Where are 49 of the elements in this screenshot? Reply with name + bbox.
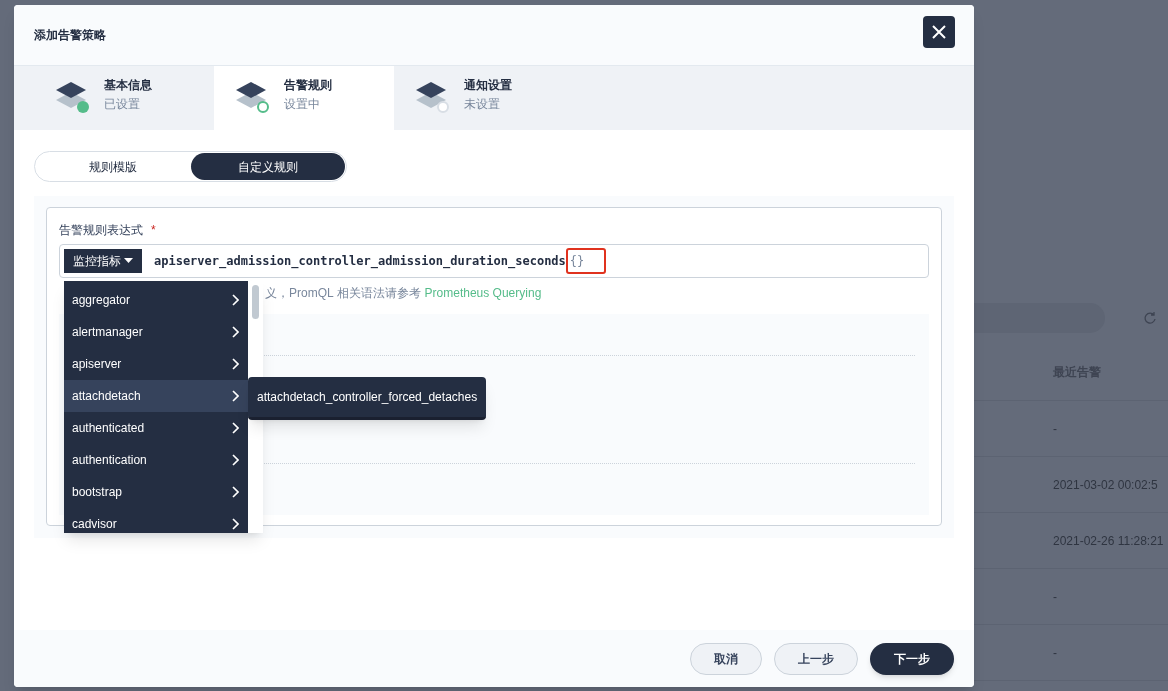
secondary-button[interactable]: 取消 bbox=[690, 642, 762, 675]
metric-dropdown-button[interactable]: 监控指标 bbox=[64, 249, 142, 273]
search-field[interactable] bbox=[974, 303, 1105, 333]
chevron-right-icon bbox=[231, 390, 239, 402]
field-label: 告警规则表达式 bbox=[59, 222, 143, 239]
step-title: 告警规则 bbox=[284, 77, 332, 94]
chevron-right-icon bbox=[231, 486, 239, 498]
table-cell-text: 2021-02-26 11:28:21 bbox=[1053, 532, 1164, 550]
table-cell-text: - bbox=[1053, 588, 1057, 606]
step-status: 已设置 bbox=[104, 96, 141, 113]
expression-value: apiserver_admission_controller_admission_duration_seconds bbox=[154, 253, 566, 270]
step-tab[interactable]: 告警规则 设置中 bbox=[214, 66, 394, 130]
required-mark: * bbox=[151, 222, 156, 239]
menu-item[interactable]: attachdetach bbox=[64, 380, 248, 412]
step-tab[interactable]: 通知设置 未设置 bbox=[394, 66, 574, 130]
menu-item[interactable]: apiserver bbox=[64, 348, 248, 380]
braces-highlight: {} bbox=[565, 248, 607, 274]
menu-item[interactable]: cadvisor bbox=[64, 508, 248, 533]
chevron-right-icon bbox=[231, 454, 239, 466]
secondary-button[interactable]: 上一步 bbox=[774, 642, 858, 675]
step-title: 通知设置 bbox=[464, 77, 512, 94]
dialog-title: 添加告警策略 bbox=[34, 27, 106, 44]
chevron-right-icon bbox=[231, 422, 239, 434]
step-status: 未设置 bbox=[464, 96, 501, 113]
table-cell-text: - bbox=[1053, 644, 1057, 662]
step-status: 设置中 bbox=[284, 96, 321, 113]
close-button[interactable] bbox=[923, 16, 955, 48]
chevron-right-icon bbox=[231, 358, 239, 370]
menu-item[interactable]: alertmanager bbox=[64, 316, 248, 348]
expression-field[interactable]: 监控指标 apiserver_admission_controller_admission_duration_seconds {} bbox=[59, 244, 929, 278]
step-tab[interactable]: 基本信息 已设置 bbox=[14, 66, 214, 130]
mode-tab[interactable]: 自定义规则 bbox=[190, 153, 345, 180]
menu-item[interactable]: authenticated bbox=[64, 412, 248, 444]
refresh-icon[interactable] bbox=[1143, 311, 1157, 325]
chevron-right-icon bbox=[231, 518, 239, 530]
chevron-right-icon bbox=[231, 294, 239, 306]
table-cell-text: 2021-03-02 00:02:5 bbox=[1053, 476, 1158, 494]
close-icon bbox=[932, 25, 946, 39]
scrollbar-thumb[interactable] bbox=[252, 285, 259, 319]
menu-item[interactable]: authentication bbox=[64, 444, 248, 476]
chevron-right-icon bbox=[231, 326, 239, 338]
next-button[interactable]: 下一步 bbox=[870, 642, 954, 675]
mode-tab[interactable]: 规则模版 bbox=[36, 153, 191, 180]
table-cell-text: - bbox=[1053, 420, 1057, 438]
step-title: 基本信息 bbox=[104, 77, 152, 94]
caret-down-icon bbox=[124, 258, 133, 264]
hint-text: 义，PromQL 相关语法请参考 bbox=[265, 285, 421, 302]
menu-item[interactable]: aggregator bbox=[64, 284, 248, 316]
menu-item[interactable]: bootstrap bbox=[64, 476, 248, 508]
